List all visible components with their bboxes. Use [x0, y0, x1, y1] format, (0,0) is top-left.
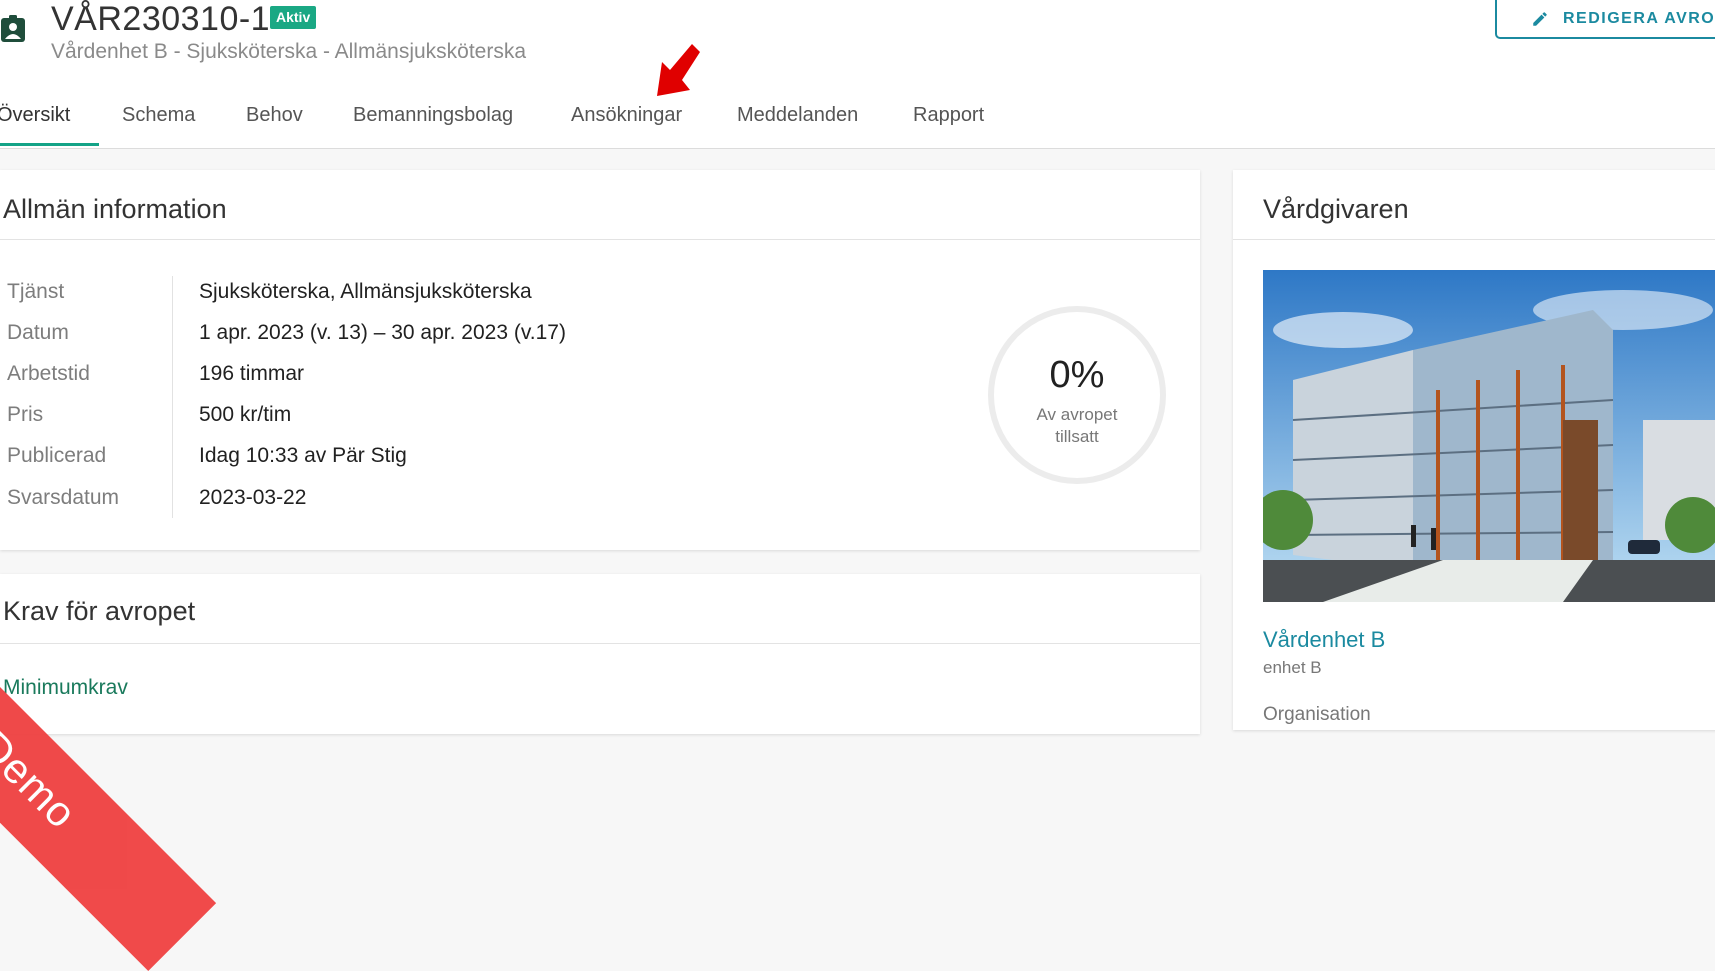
pencil-icon — [1533, 12, 1547, 26]
progress-percent: 0% — [1049, 354, 1105, 396]
info-row-tjanst: Tjänst Sjuksköterska, Allmänsjukskötersk… — [0, 272, 700, 312]
requirements-title: Krav för avropet — [3, 596, 196, 626]
info-row-publicerad: Publicerad Idag 10:33 av Pär Stig — [0, 436, 700, 476]
progress-caption-line2: tillsatt — [1055, 427, 1099, 446]
status-badge: Aktiv — [270, 6, 317, 29]
care-unit-link[interactable]: Vårdenhet B — [1263, 627, 1385, 653]
card-divider — [0, 643, 1200, 644]
info-value: Sjuksköterska, Allmänsjuksköterska — [199, 280, 532, 303]
tab-behov[interactable]: Behov — [246, 104, 303, 127]
info-value: 1 apr. 2023 (v. 13) – 30 apr. 2023 (v.17… — [199, 321, 566, 344]
info-row-datum: Datum 1 apr. 2023 (v. 13) – 30 apr. 2023… — [0, 313, 700, 353]
info-value: 196 timmar — [199, 362, 305, 385]
tab-ansokningar[interactable]: Ansökningar — [571, 104, 682, 127]
tab-meddelanden[interactable]: Meddelanden — [737, 104, 858, 127]
edit-button[interactable]: REDIGERA AVRO — [1495, 0, 1715, 39]
page-title: VÅR230310-1 — [51, 0, 271, 38]
info-label: Svarsdatum — [7, 486, 120, 509]
tab-schema[interactable]: Schema — [122, 104, 195, 127]
building-image — [1263, 270, 1715, 602]
info-row-svarsdatum: Svarsdatum 2023-03-22 — [0, 478, 700, 518]
page-subtitle: Vårdenhet B - Sjuksköterska - Allmänsjuk… — [51, 40, 527, 63]
card-divider — [1233, 239, 1715, 240]
general-info-title: Allmän information — [3, 194, 227, 224]
organisation-label: Organisation — [1263, 704, 1371, 725]
page-header: VÅR230310-1 Aktiv Vårdenhet B - Sjuksköt… — [0, 0, 1715, 149]
info-label: Tjänst — [7, 280, 65, 303]
active-tab-indicator — [0, 143, 99, 146]
edit-button-label: REDIGERA AVRO — [1563, 10, 1715, 27]
tab-oversikt[interactable]: Översikt — [0, 104, 70, 127]
person-badge-icon — [1, 15, 25, 42]
card-divider — [0, 239, 1200, 240]
care-provider-title: Vårdgivaren — [1263, 194, 1409, 224]
tab-rapport[interactable]: Rapport — [913, 104, 984, 127]
info-label: Publicerad — [7, 444, 107, 467]
info-label: Pris — [7, 403, 44, 426]
info-value: 2023-03-22 — [199, 486, 307, 509]
info-value: Idag 10:33 av Pär Stig — [199, 444, 407, 467]
care-unit-subtitle: enhet B — [1263, 658, 1322, 677]
requirements-subtitle: Minimumkrav — [3, 676, 128, 699]
red-arrow-annotation — [657, 44, 700, 96]
fill-progress-circle: 0% Av avropet tillsatt — [988, 306, 1166, 484]
info-label: Datum — [7, 321, 69, 344]
info-label: Arbetstid — [7, 362, 90, 385]
tab-bemanningsbolag[interactable]: Bemanningsbolag — [353, 104, 513, 127]
info-row-arbetstid: Arbetstid 196 timmar — [0, 354, 700, 394]
info-value: 500 kr/tim — [199, 403, 292, 426]
progress-caption-line1: Av avropet — [1036, 405, 1118, 424]
progress-caption: Av avropet tillsatt — [994, 404, 1160, 448]
requirements-card: Krav för avropet — [0, 574, 1200, 734]
info-row-pris: Pris 500 kr/tim — [0, 395, 700, 435]
